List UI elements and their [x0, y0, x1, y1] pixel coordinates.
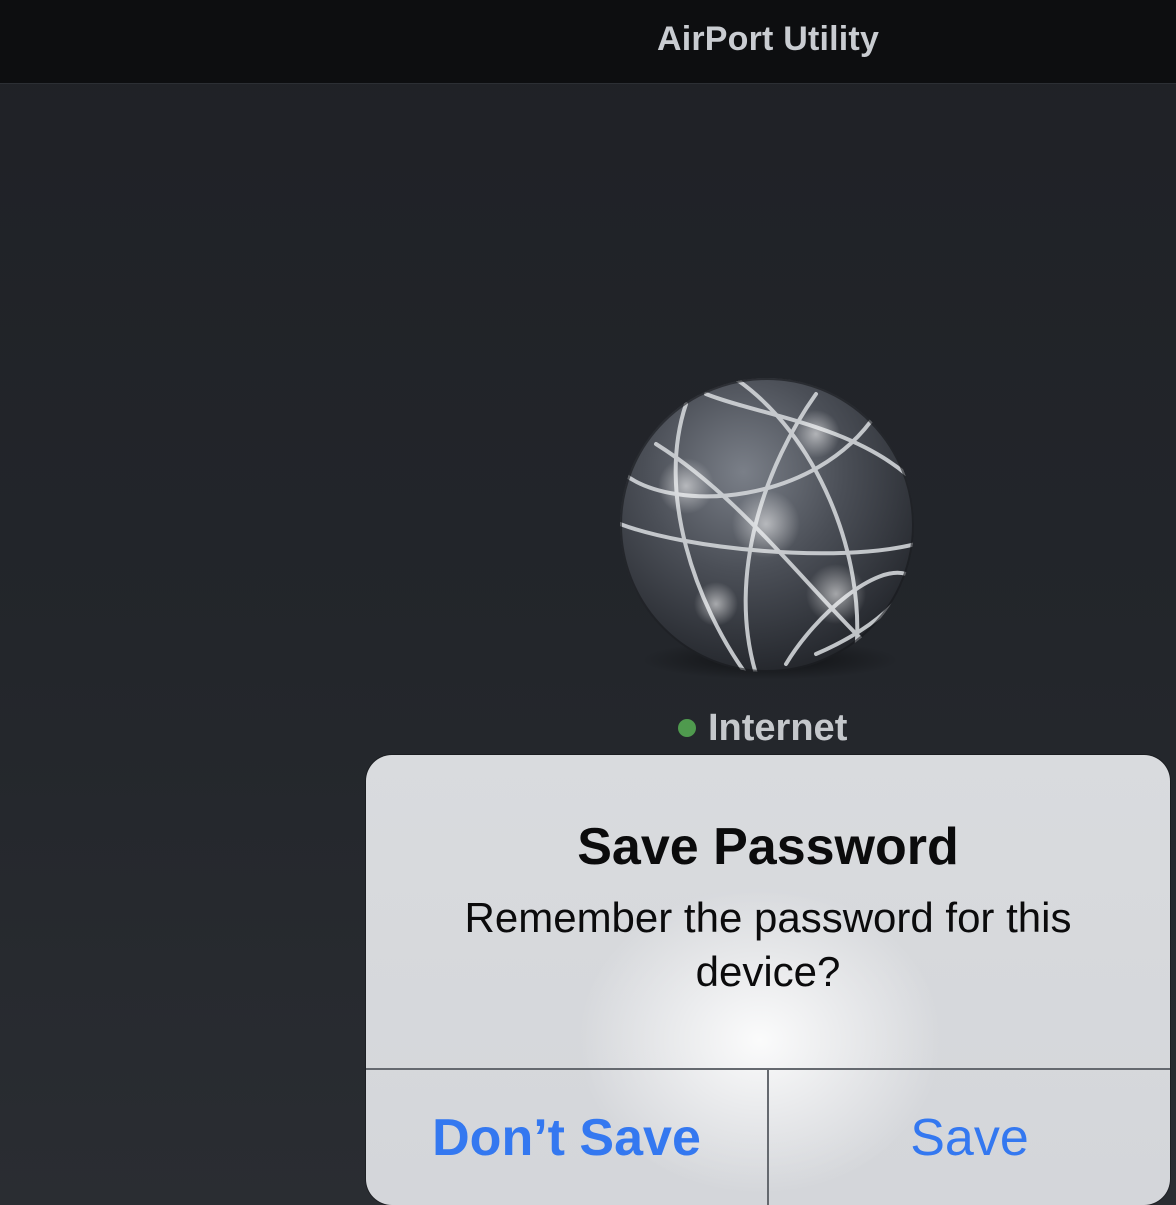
alert-message: Remember the password for this device? [464, 894, 1072, 995]
dont-save-button[interactable]: Don’t Save [366, 1070, 767, 1205]
nav-title: AirPort Utility [656, 20, 880, 58]
alert-actions: Don’t Save Save [366, 1070, 1170, 1205]
navigation-bar: AirPort Utility [0, 0, 1176, 84]
save-button[interactable]: Save [769, 1070, 1170, 1205]
status-dot [678, 719, 696, 737]
save-password-alert: Save Password Remember the password for … [366, 755, 1170, 1205]
internet-label: Internet [708, 706, 848, 749]
globe-icon [620, 378, 914, 672]
internet-node[interactable] [616, 374, 918, 676]
alert-title: Save Password [577, 818, 959, 876]
alert-body: Save Password Remember the password for … [366, 755, 1170, 1068]
internet-status: Internet [678, 706, 847, 750]
